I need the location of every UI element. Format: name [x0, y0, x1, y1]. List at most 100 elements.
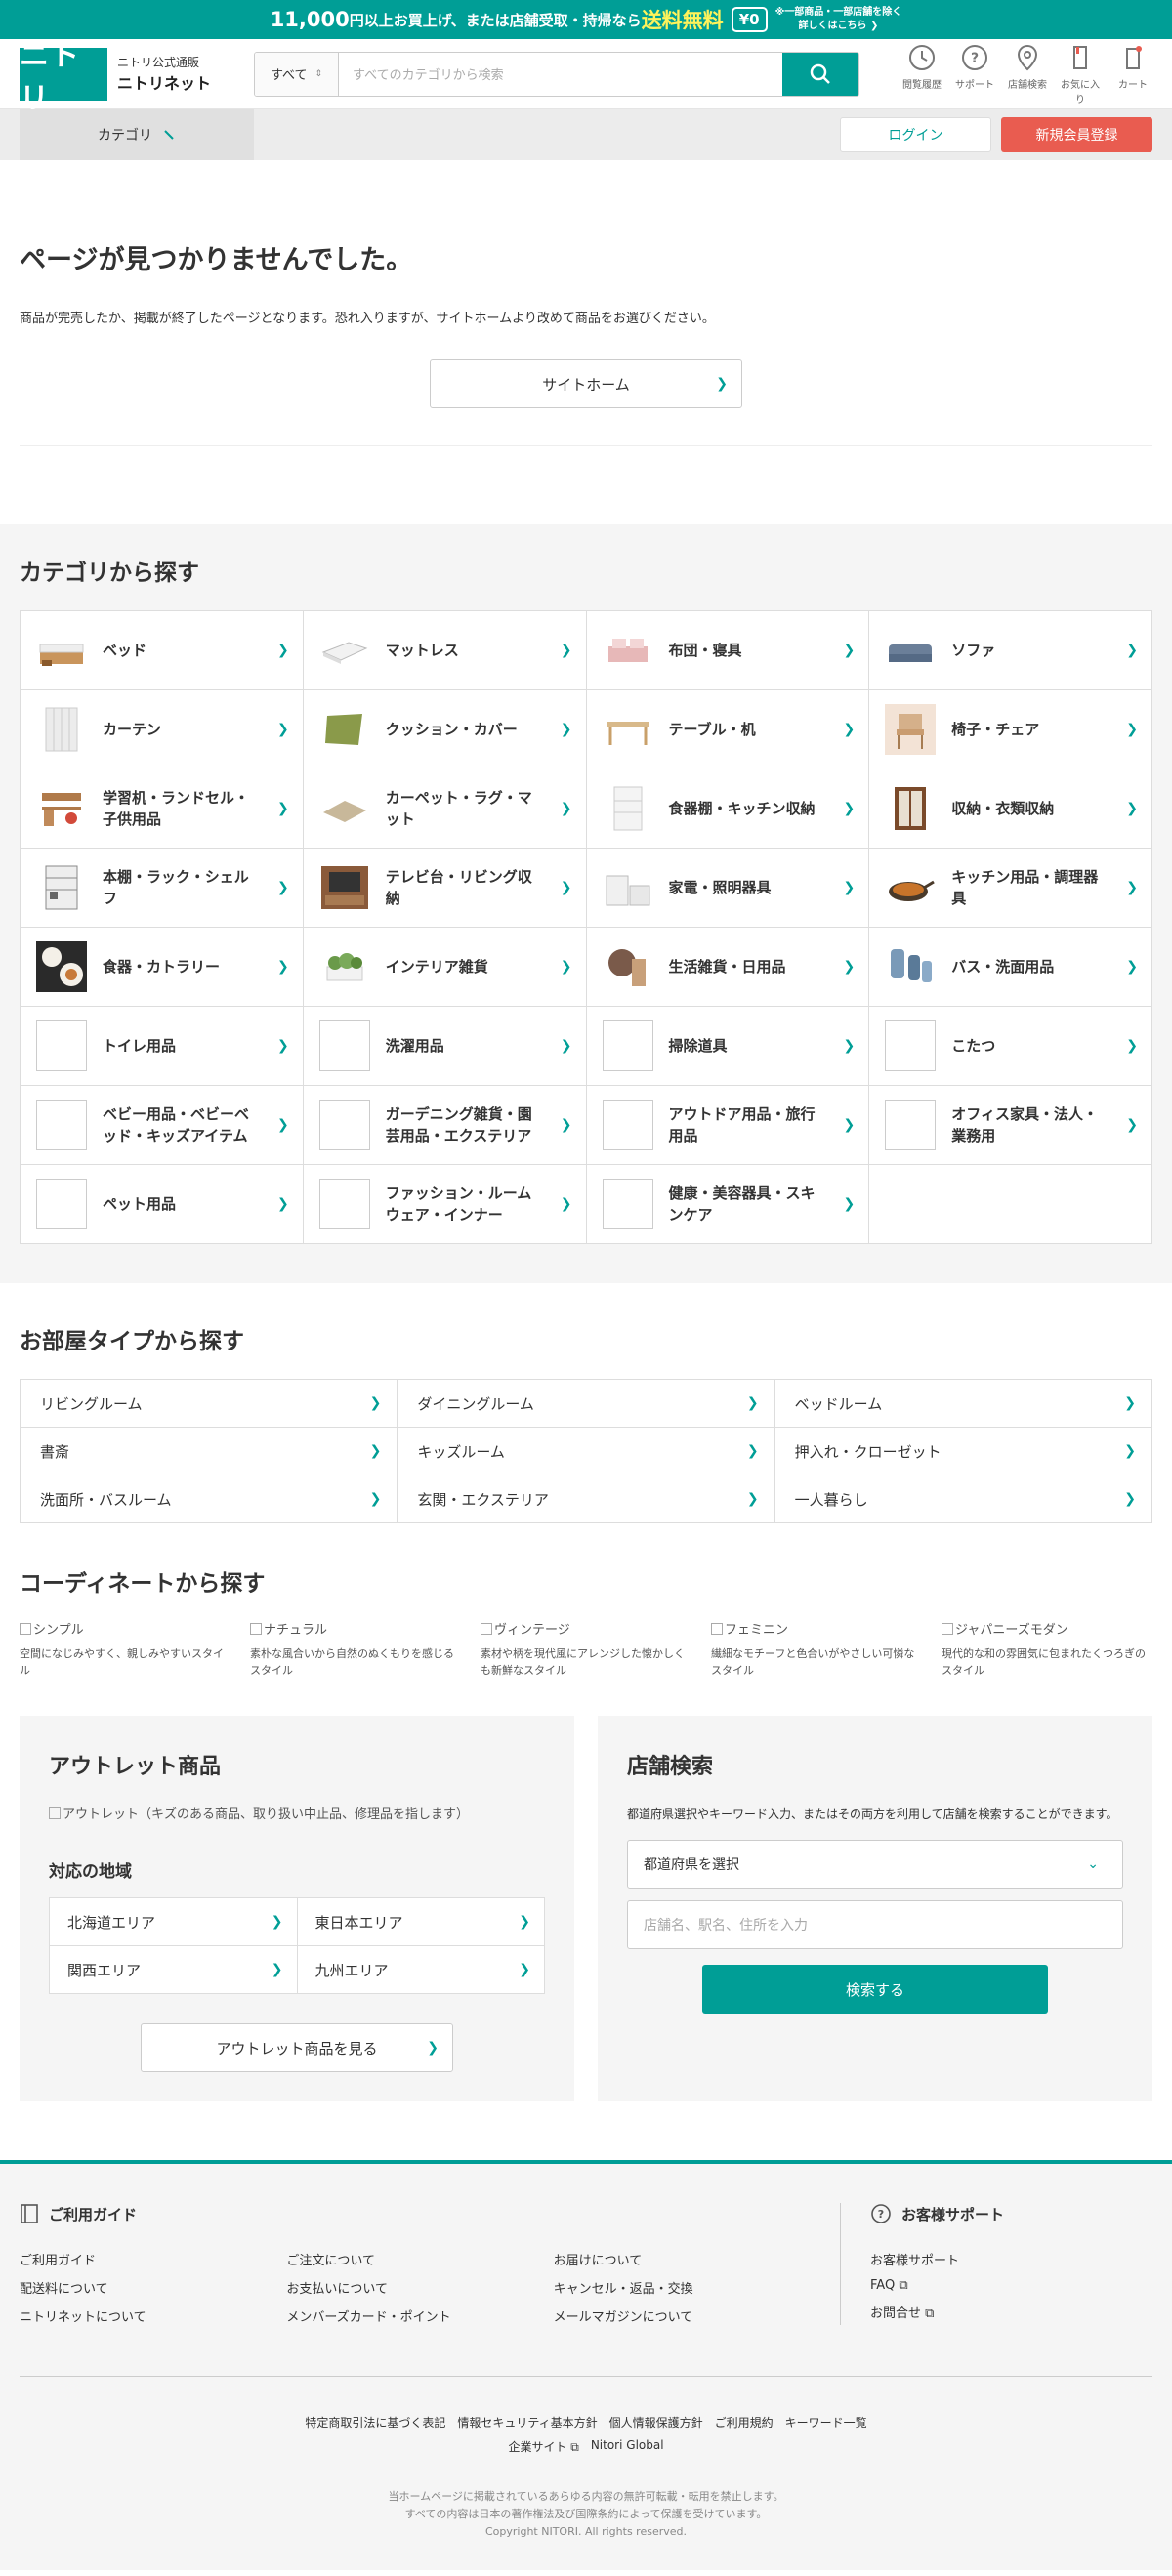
- footer-link[interactable]: お届けについて: [554, 2250, 820, 2268]
- room-label: ダイニングルーム: [417, 1394, 534, 1413]
- room-item[interactable]: 一人暮らし ❯: [774, 1475, 1152, 1523]
- region-item[interactable]: 東日本エリア ❯: [297, 1898, 545, 1946]
- footer-link[interactable]: ご注文について: [286, 2250, 553, 2268]
- category-item-shelf[interactable]: 本棚・ラック・シェルフ ❯: [21, 849, 304, 928]
- footer-corporate-link[interactable]: 企業サイト ⧉: [508, 2438, 578, 2455]
- store-search-link[interactable]: 店舗検索: [1008, 43, 1047, 105]
- promo-banner[interactable]: 11,000 円以上お買上げ、または店舗受取・持帰なら 送料無料 ¥0 ※一部商…: [0, 0, 1172, 39]
- room-item[interactable]: キッズルーム ❯: [398, 1428, 775, 1475]
- footer-legal-link[interactable]: 情報セキュリティ基本方針: [457, 2414, 597, 2431]
- category-item-futon[interactable]: 布団・寝具 ❯: [586, 611, 870, 690]
- cart-link[interactable]: カート: [1113, 43, 1152, 105]
- region-grid: 北海道エリア ❯ 東日本エリア ❯ 関西エリア ❯ 九州エリア ❯: [49, 1897, 545, 1994]
- category-item-fashion[interactable]: ファッション・ルームウェア・インナー ❯: [303, 1165, 587, 1244]
- outlet-image[interactable]: アウトレット（キズのある商品、取り扱い中止品、修理品を指します）: [49, 1804, 545, 1822]
- category-item-interior[interactable]: インテリア雑貨 ❯: [303, 928, 587, 1007]
- footer-legal-link[interactable]: 特定商取引法に基づく表記: [305, 2414, 445, 2431]
- footer-link[interactable]: お支払いについて: [286, 2278, 553, 2297]
- toilet-thumbnail: [36, 1020, 87, 1071]
- region-item[interactable]: 九州エリア ❯: [297, 1946, 545, 1994]
- room-item[interactable]: 書斎 ❯: [21, 1428, 398, 1475]
- category-item-cushion[interactable]: クッション・カバー ❯: [303, 690, 587, 769]
- search-category-label: すべて: [270, 68, 308, 83]
- category-item-office[interactable]: オフィス家具・法人・業務用 ❯: [869, 1086, 1152, 1165]
- chevron-right-icon: ❯: [1126, 959, 1138, 975]
- coordinate-item[interactable]: シンプル 空間になじみやすく、親しみやすいスタイル: [20, 1619, 230, 1679]
- category-label: 布団・寝具: [668, 642, 742, 659]
- category-item-gardening[interactable]: ガーデニング雑貨・園芸用品・エクステリア ❯: [303, 1086, 587, 1165]
- footer-link[interactable]: お問合せ ⧉: [870, 2303, 1152, 2321]
- category-item-kitchen-storage[interactable]: 食器棚・キッチン収納 ❯: [586, 769, 870, 849]
- category-item-laundry[interactable]: 洗濯用品 ❯: [303, 1007, 587, 1086]
- category-item-chair[interactable]: 椅子・チェア ❯: [869, 690, 1152, 769]
- site-home-button[interactable]: サイトホーム ❯: [430, 359, 742, 408]
- category-item-daily-goods[interactable]: 生活雑貨・日用品 ❯: [586, 928, 870, 1007]
- search-input[interactable]: すべてのカテゴリから検索: [339, 53, 782, 96]
- category-item-storage[interactable]: 収納・衣類収納 ❯: [869, 769, 1152, 849]
- category-item-carpet[interactable]: カーペット・ラグ・マット ❯: [303, 769, 587, 849]
- footer-legal-link[interactable]: キーワード一覧: [785, 2414, 867, 2431]
- room-item[interactable]: 押入れ・クローゼット ❯: [774, 1428, 1152, 1475]
- coordinate-item[interactable]: ジャパニーズモダン 現代的な和の雰囲気に包まれたくつろぎのスタイル: [942, 1619, 1152, 1679]
- register-button[interactable]: 新規会員登録: [1001, 117, 1152, 152]
- footer-link[interactable]: キャンセル・返品・交換: [554, 2278, 820, 2297]
- favorites-link[interactable]: お気に入り: [1061, 43, 1100, 105]
- category-item-curtain[interactable]: カーテン ❯: [21, 690, 304, 769]
- category-item-kotatsu[interactable]: こたつ ❯: [869, 1007, 1152, 1086]
- login-button[interactable]: ログイン: [840, 117, 991, 152]
- footer-link[interactable]: メンバーズカード・ポイント: [286, 2306, 553, 2325]
- room-item[interactable]: ダイニングルーム ❯: [398, 1380, 775, 1428]
- bath-thumbnail: [885, 941, 936, 992]
- category-item-bed[interactable]: ベッド ❯: [21, 611, 304, 690]
- footer-link[interactable]: FAQ ⧉: [870, 2278, 1152, 2293]
- room-item[interactable]: 玄関・エクステリア ❯: [398, 1475, 775, 1523]
- region-item[interactable]: 北海道エリア ❯: [50, 1898, 298, 1946]
- category-item-kids-desk[interactable]: 学習机・ランドセル・子供用品 ❯: [21, 769, 304, 849]
- category-item-kitchenware[interactable]: キッチン用品・調理器具 ❯: [869, 849, 1152, 928]
- footer-link[interactable]: 配送料について: [20, 2278, 286, 2297]
- site-logo[interactable]: ニトリ ニトリ公式通販 ニトリネット: [20, 39, 254, 116]
- category-item-baby[interactable]: ベビー用品・ベビーベッド・キッズアイテム ❯: [21, 1086, 304, 1165]
- category-menu-button[interactable]: カテゴリ: [20, 109, 254, 160]
- footer-legal-link[interactable]: ご利用規約: [715, 2414, 774, 2431]
- category-item-outdoor[interactable]: アウトドア用品・旅行用品 ❯: [586, 1086, 870, 1165]
- room-item[interactable]: リビングルーム ❯: [21, 1380, 398, 1428]
- category-item-bath[interactable]: バス・洗面用品 ❯: [869, 928, 1152, 1007]
- category-item-table[interactable]: テーブル・机 ❯: [586, 690, 870, 769]
- history-link[interactable]: 閲覧履歴: [902, 43, 942, 105]
- coordinate-item[interactable]: ヴィンテージ 素材や柄を現代風にアレンジした懐かしくも新鮮なスタイル: [481, 1619, 691, 1679]
- category-label: 家電・照明器具: [668, 879, 772, 896]
- footer-divider: [20, 2376, 1152, 2377]
- support-link[interactable]: ? サポート: [955, 43, 994, 105]
- chevron-down-icon: ⌄: [1087, 1856, 1099, 1872]
- category-item-toilet[interactable]: トイレ用品 ❯: [21, 1007, 304, 1086]
- category-label: テレビ台・リビング収納: [385, 868, 532, 907]
- category-item-appliance[interactable]: 家電・照明器具 ❯: [586, 849, 870, 928]
- search-category-select[interactable]: すべて ⇕: [255, 52, 339, 96]
- footer-link[interactable]: ニトリネットについて: [20, 2306, 286, 2325]
- footer-link[interactable]: お客様サポート: [870, 2250, 1152, 2268]
- category-item-health[interactable]: 健康・美容器具・スキンケア ❯: [586, 1165, 870, 1244]
- coordinate-item[interactable]: フェミニン 繊細なモチーフと色合いがやさしい可憐なスタイル: [711, 1619, 922, 1679]
- category-item-pet[interactable]: ペット用品 ❯: [21, 1165, 304, 1244]
- category-item-sofa[interactable]: ソファ ❯: [869, 611, 1152, 690]
- category-item-cleaning[interactable]: 掃除道具 ❯: [586, 1007, 870, 1086]
- footer-legal-link[interactable]: 個人情報保護方針: [609, 2414, 703, 2431]
- footer-link[interactable]: メールマガジンについて: [554, 2306, 820, 2325]
- store-search-button[interactable]: 検索する: [702, 1965, 1048, 2014]
- category-item-mattress[interactable]: マットレス ❯: [303, 611, 587, 690]
- category-item-tv-stand[interactable]: テレビ台・リビング収納 ❯: [303, 849, 587, 928]
- region-item[interactable]: 関西エリア ❯: [50, 1946, 298, 1994]
- category-item-tableware[interactable]: 食器・カトラリー ❯: [21, 928, 304, 1007]
- store-keyword-input[interactable]: 店舗名、駅名、住所を入力: [627, 1900, 1123, 1949]
- search-button[interactable]: [782, 52, 858, 96]
- coordinate-item[interactable]: ナチュラル 素朴な風合いから自然のぬくもりを感じるスタイル: [250, 1619, 461, 1679]
- prefecture-select[interactable]: 都道府県を選択 ⌄: [627, 1840, 1123, 1889]
- promo-note[interactable]: ※一部商品・一部店舗を除く 詳しくはこちら ❯: [775, 6, 902, 33]
- room-item[interactable]: 洗面所・バスルーム ❯: [21, 1475, 398, 1523]
- outlet-view-button[interactable]: アウトレット商品を見る ❯: [141, 2023, 453, 2072]
- bookmark-icon: [1073, 45, 1087, 69]
- room-item[interactable]: ベッドルーム ❯: [774, 1380, 1152, 1428]
- footer-corporate-link[interactable]: Nitori Global: [591, 2438, 664, 2455]
- footer-link[interactable]: ご利用ガイド: [20, 2250, 286, 2268]
